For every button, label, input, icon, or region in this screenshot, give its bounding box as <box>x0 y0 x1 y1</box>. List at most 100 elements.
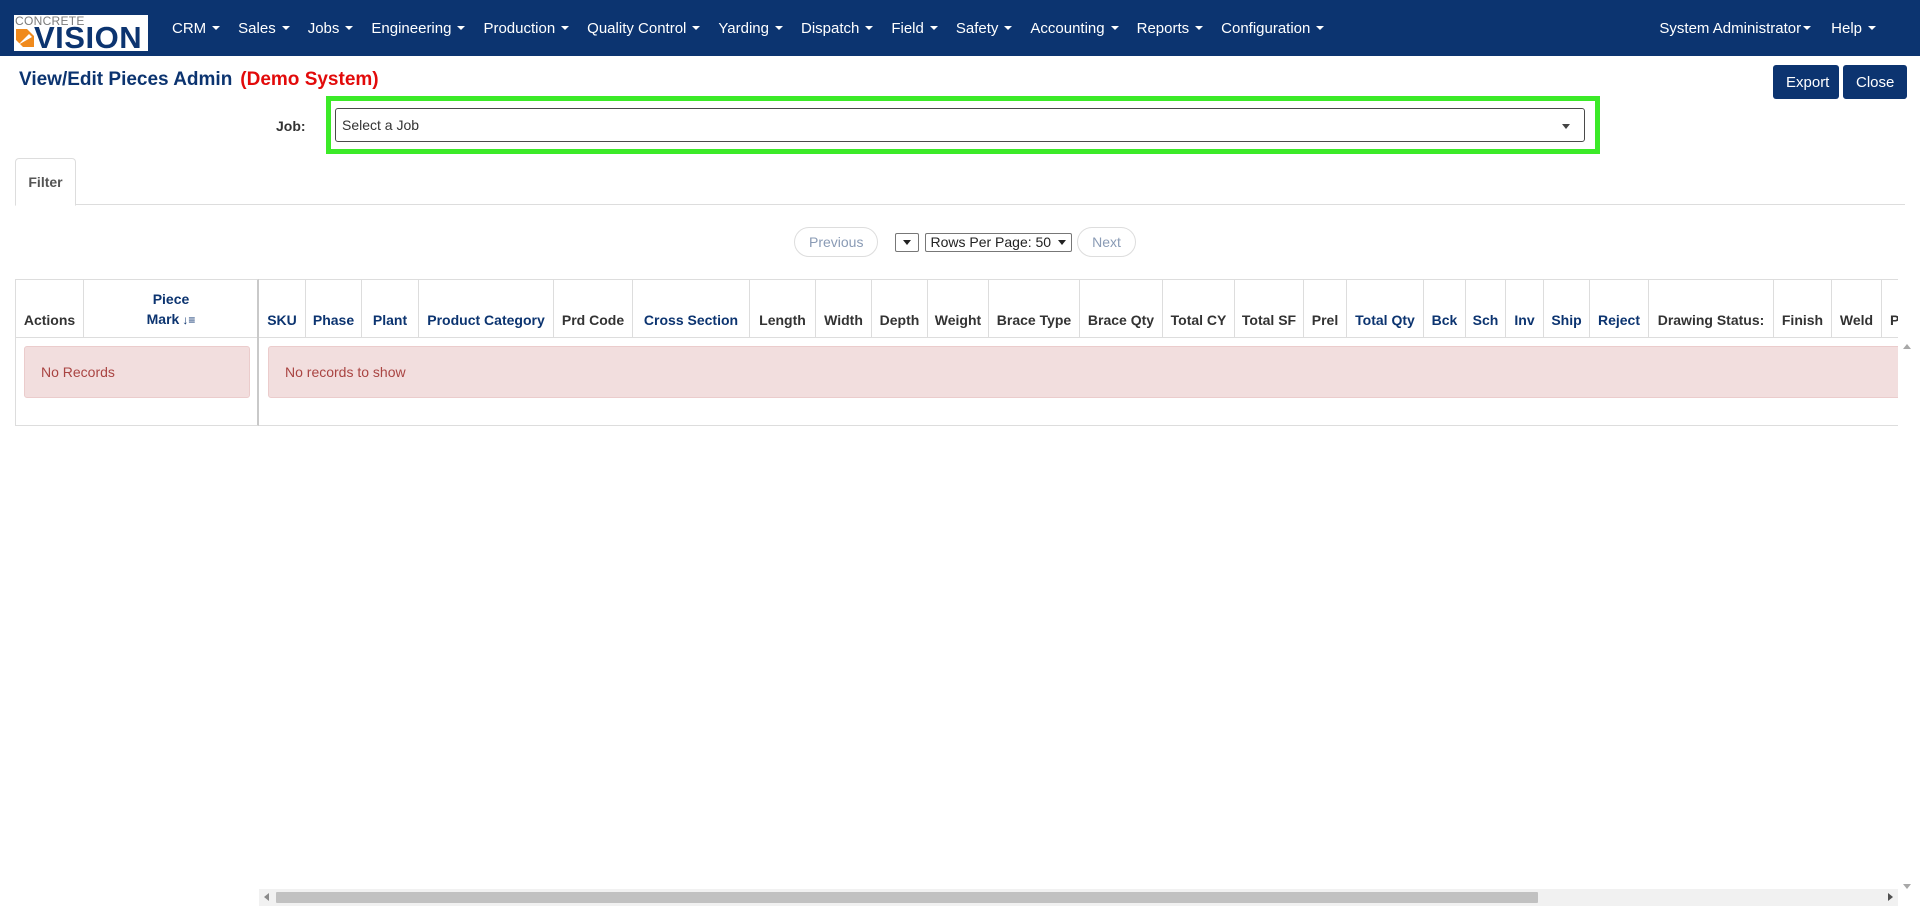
nav-crm[interactable]: CRM <box>163 20 229 37</box>
page-number-select[interactable] <box>895 232 920 252</box>
pager: Previous Rows Per Page: 50 Next <box>794 227 1136 257</box>
col-prel: Prel <box>1304 280 1347 337</box>
col-plant[interactable]: Plant <box>362 280 419 337</box>
col-depth: Depth <box>872 280 928 337</box>
caret-down-icon <box>1195 26 1204 30</box>
col-mark-text: Mark <box>146 311 180 327</box>
col-drawing-status: Drawing Status: <box>1649 280 1774 337</box>
nav-user-menu[interactable]: System Administrator <box>1649 20 1821 37</box>
col-sch[interactable]: Sch <box>1466 280 1506 337</box>
logo-main-text: VISION <box>34 20 143 51</box>
job-label: Job: <box>276 118 306 134</box>
tab-bar: Filter <box>15 158 1905 206</box>
nav-label: Configuration <box>1221 19 1311 37</box>
scroll-right-icon[interactable] <box>1888 893 1893 901</box>
top-navbar: CONCRETE VISION CRM Sales Jobs Engineeri… <box>0 0 1920 56</box>
tab-filter[interactable]: Filter <box>15 158 76 206</box>
col-mark-label: Mark ↓≡ <box>147 309 196 330</box>
nav-sales[interactable]: Sales <box>229 20 299 37</box>
nav-reports[interactable]: Reports <box>1128 20 1213 37</box>
col-weld: Weld <box>1832 280 1882 337</box>
nav-help[interactable]: Help <box>1821 20 1886 37</box>
caret-down-icon <box>281 26 290 30</box>
col-phase[interactable]: Phase <box>306 280 362 337</box>
nav-label: CRM <box>172 19 207 37</box>
nav-label: Accounting <box>1030 19 1105 37</box>
sort-ascending-icon: ↓≡ <box>182 313 196 327</box>
nav-configuration[interactable]: Configuration <box>1212 20 1333 37</box>
caret-down-icon <box>1004 26 1013 30</box>
job-select[interactable]: Select a Job <box>335 108 1585 142</box>
frozen-header-row: Actions Piece Mark ↓≡ <box>16 280 257 338</box>
demo-system-tag: (Demo System) <box>240 69 379 90</box>
horizontal-scrollbar[interactable] <box>259 889 1898 906</box>
logo-arrow-icon <box>16 29 34 47</box>
nav-label: Production <box>483 19 556 37</box>
nav-label: Field <box>891 19 924 37</box>
page-title-text: View/Edit Pieces Admin <box>19 69 233 90</box>
next-button[interactable]: Next <box>1077 227 1136 257</box>
col-length: Length <box>750 280 816 337</box>
nav-label: Safety <box>955 19 999 37</box>
col-piece-label: Piece <box>152 291 190 307</box>
nav-label: Sales <box>238 19 276 37</box>
col-sku[interactable]: SKU <box>259 280 306 337</box>
col-brace-qty: Brace Qty <box>1080 280 1163 337</box>
rows-per-page-select[interactable]: Rows Per Page: 50 <box>925 232 1073 252</box>
previous-button[interactable]: Previous <box>794 227 879 257</box>
nav-yarding[interactable]: Yarding <box>709 20 792 37</box>
caret-down-icon <box>929 26 938 30</box>
nav-production[interactable]: Production <box>474 20 578 37</box>
caret-down-icon <box>457 26 466 30</box>
nav-label: Reports <box>1136 19 1190 37</box>
export-button[interactable]: Export <box>1773 65 1839 99</box>
col-total-qty[interactable]: Total Qty <box>1347 280 1424 337</box>
nav-engineering[interactable]: Engineering <box>362 20 474 37</box>
scroll-down-icon[interactable] <box>1903 884 1911 889</box>
col-inv[interactable]: Inv <box>1506 280 1544 337</box>
caret-down-icon <box>1868 26 1876 30</box>
caret-down-icon <box>345 26 354 30</box>
nav-dispatch[interactable]: Dispatch <box>792 20 882 37</box>
col-prd-code: Prd Code <box>554 280 633 337</box>
col-bck[interactable]: Bck <box>1424 280 1466 337</box>
col-p: P <box>1882 280 1898 337</box>
nav-field[interactable]: Field <box>882 20 947 37</box>
col-product-category[interactable]: Product Category <box>419 280 554 337</box>
help-label: Help <box>1831 19 1862 37</box>
col-width: Width <box>816 280 872 337</box>
user-menu: System Administrator Help <box>1649 0 1886 56</box>
col-piece-mark[interactable]: Piece Mark ↓≡ <box>84 280 258 337</box>
close-button[interactable]: Close <box>1843 65 1907 99</box>
caret-down-icon <box>1110 26 1119 30</box>
caret-down-icon <box>865 26 874 30</box>
nav-quality-control[interactable]: Quality Control <box>578 20 709 37</box>
nav-label: Quality Control <box>587 19 687 37</box>
concrete-vision-logo[interactable]: CONCRETE VISION <box>14 15 148 51</box>
col-ship[interactable]: Ship <box>1544 280 1590 337</box>
nav-jobs[interactable]: Jobs <box>299 20 363 37</box>
caret-down-icon <box>1803 26 1812 30</box>
col-cross-section[interactable]: Cross Section <box>633 280 750 337</box>
main-menu: CRM Sales Jobs Engineering Production Qu… <box>163 0 1333 56</box>
nav-label: Yarding <box>718 19 769 37</box>
col-brace-type: Brace Type <box>989 280 1080 337</box>
grid-header-row: SKU Phase Plant Product Category Prd Cod… <box>259 280 1898 338</box>
nav-label: Dispatch <box>800 19 860 37</box>
nav-label: Jobs <box>307 19 340 37</box>
nav-label: Engineering <box>371 19 452 37</box>
col-total-cy: Total CY <box>1163 280 1235 337</box>
scroll-left-icon[interactable] <box>264 893 269 901</box>
no-records-to-show-alert: No records to show <box>268 346 1898 398</box>
caret-down-icon <box>212 26 221 30</box>
nav-safety[interactable]: Safety <box>947 20 1022 37</box>
vertical-scrollbar[interactable] <box>1898 338 1915 895</box>
col-actions: Actions <box>16 280 84 337</box>
scroll-up-icon[interactable] <box>1903 344 1911 349</box>
scrollbar-thumb[interactable] <box>276 892 1538 903</box>
col-reject[interactable]: Reject <box>1590 280 1649 337</box>
job-select-placeholder: Select a Job <box>342 117 420 133</box>
col-total-sf: Total SF <box>1235 280 1304 337</box>
nav-accounting[interactable]: Accounting <box>1021 20 1127 37</box>
page-title: View/Edit Pieces Admin (Demo System) <box>19 69 379 91</box>
